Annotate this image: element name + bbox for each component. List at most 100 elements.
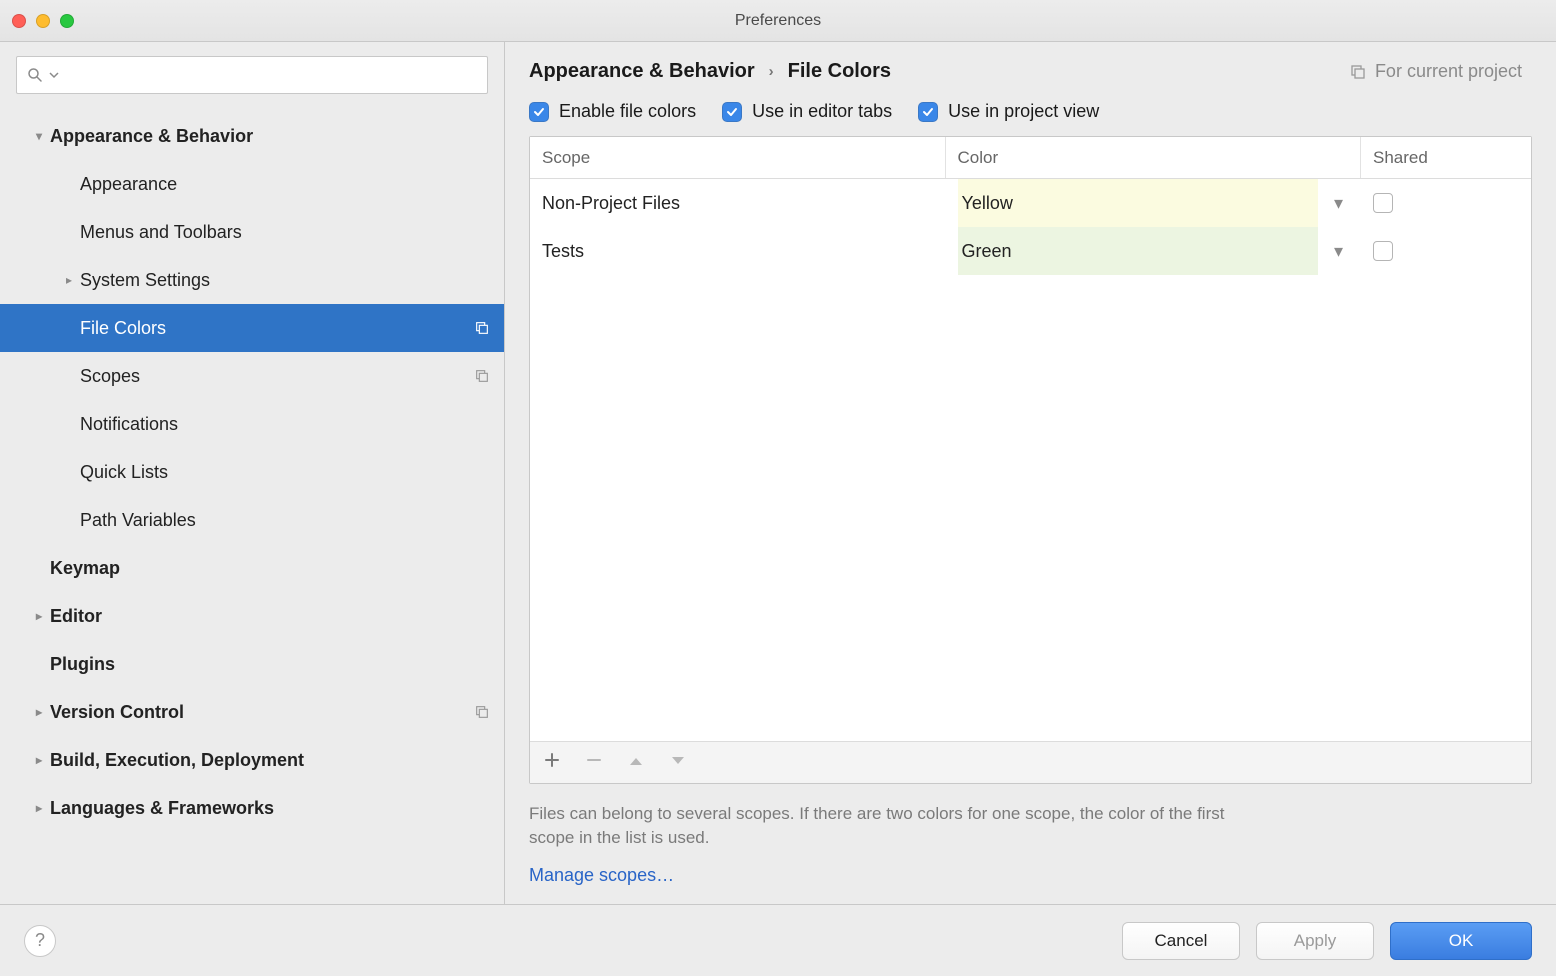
checkmark-icon xyxy=(529,102,549,122)
zoom-window-button[interactable] xyxy=(60,14,74,28)
sidebar-item[interactable]: Quick Lists xyxy=(0,448,504,496)
manage-scopes-link[interactable]: Manage scopes… xyxy=(529,865,1532,886)
use-in-editor-tabs-checkbox[interactable]: Use in editor tabs xyxy=(722,101,892,122)
sidebar-item[interactable]: ▾Appearance & Behavior xyxy=(0,112,504,160)
use-in-editor-tabs-label: Use in editor tabs xyxy=(752,101,892,122)
titlebar: Preferences xyxy=(0,0,1556,42)
use-in-project-view-checkbox[interactable]: Use in project view xyxy=(918,101,1099,122)
sidebar-item[interactable]: Notifications xyxy=(0,400,504,448)
plus-icon xyxy=(544,752,560,768)
move-up-button[interactable] xyxy=(628,754,644,771)
chevron-right-icon: ▸ xyxy=(28,753,50,767)
project-scope-tag: For current project xyxy=(1349,61,1532,82)
column-header-scope[interactable]: Scope xyxy=(530,137,946,178)
sidebar-item-label: Plugins xyxy=(50,654,492,675)
shared-cell[interactable] xyxy=(1361,179,1531,227)
project-scope-label: For current project xyxy=(1375,61,1522,82)
close-window-button[interactable] xyxy=(12,14,26,28)
sidebar-item-label: Build, Execution, Deployment xyxy=(50,750,492,771)
sidebar-item-label: Editor xyxy=(50,606,492,627)
sidebar-item-label: Keymap xyxy=(50,558,492,579)
color-swatch: Yellow xyxy=(958,179,1318,227)
chevron-right-icon: ▸ xyxy=(28,801,50,815)
sidebar-item[interactable]: ▸Languages & Frameworks xyxy=(0,784,504,832)
shared-cell[interactable] xyxy=(1361,227,1531,275)
sidebar-item-label: Appearance & Behavior xyxy=(50,126,492,147)
project-badge-icon xyxy=(472,366,492,386)
sidebar-item-label: Scopes xyxy=(80,366,466,387)
sidebar-item-label: Quick Lists xyxy=(80,462,492,483)
apply-button[interactable]: Apply xyxy=(1256,922,1374,960)
scope-cell[interactable]: Non-Project Files xyxy=(530,179,946,227)
enable-file-colors-label: Enable file colors xyxy=(559,101,696,122)
search-field[interactable] xyxy=(16,56,488,94)
search-input[interactable] xyxy=(65,67,477,84)
table-row[interactable]: Tests Green ▾ xyxy=(530,227,1531,275)
scope-label: Tests xyxy=(542,241,584,262)
dropdown-arrow-icon: ▾ xyxy=(1328,193,1349,214)
sidebar-item[interactable]: Appearance xyxy=(0,160,504,208)
sidebar-item[interactable]: Keymap xyxy=(0,544,504,592)
sidebar-item-label: Appearance xyxy=(80,174,492,195)
color-cell[interactable]: Yellow ▾ xyxy=(946,179,1362,227)
sidebar-item[interactable]: File Colors xyxy=(0,304,504,352)
checkmark-icon xyxy=(722,102,742,122)
sidebar: ▾Appearance & Behavior Appearance Menus an… xyxy=(0,42,505,904)
use-in-project-view-label: Use in project view xyxy=(948,101,1099,122)
sidebar-item-label: System Settings xyxy=(80,270,492,291)
add-button[interactable] xyxy=(544,752,560,772)
cancel-button[interactable]: Cancel xyxy=(1122,922,1240,960)
table-row[interactable]: Non-Project Files Yellow ▾ xyxy=(530,179,1531,227)
table-toolbar xyxy=(530,741,1531,783)
settings-tree: ▾Appearance & Behavior Appearance Menus an… xyxy=(0,106,504,904)
sidebar-item-label: Menus and Toolbars xyxy=(80,222,492,243)
color-swatch: Green xyxy=(958,227,1318,275)
sidebar-item-label: Notifications xyxy=(80,414,492,435)
file-colors-table: Scope Color Shared Non-Project Files Yell… xyxy=(529,136,1532,784)
page-title: File Colors xyxy=(788,60,891,83)
help-button[interactable]: ? xyxy=(24,925,56,957)
shared-checkbox[interactable] xyxy=(1373,193,1393,213)
sidebar-item-label: Languages & Frameworks xyxy=(50,798,492,819)
sidebar-item-label: Path Variables xyxy=(80,510,492,531)
copy-icon xyxy=(1349,63,1367,81)
sidebar-item[interactable]: ▸Build, Execution, Deployment xyxy=(0,736,504,784)
arrow-down-icon xyxy=(670,755,686,767)
search-icon xyxy=(27,67,43,83)
dropdown-arrow-icon: ▾ xyxy=(1328,241,1349,262)
column-header-color[interactable]: Color xyxy=(946,137,1362,178)
options-row: Enable file colors Use in editor tabs Us… xyxy=(529,101,1532,122)
minus-icon xyxy=(586,752,602,768)
checkmark-icon xyxy=(918,102,938,122)
sidebar-item[interactable]: Menus and Toolbars xyxy=(0,208,504,256)
sidebar-item[interactable]: Plugins xyxy=(0,640,504,688)
color-label: Yellow xyxy=(962,193,1013,214)
shared-checkbox[interactable] xyxy=(1373,241,1393,261)
scope-cell[interactable]: Tests xyxy=(530,227,946,275)
minimize-window-button[interactable] xyxy=(36,14,50,28)
table-body: Non-Project Files Yellow ▾ Tests Green ▾ xyxy=(530,179,1531,741)
table-header: Scope Color Shared xyxy=(530,137,1531,179)
search-wrap xyxy=(0,56,504,106)
chevron-right-icon: ▸ xyxy=(28,705,50,719)
chevron-right-icon: ▸ xyxy=(58,273,80,287)
scope-label: Non-Project Files xyxy=(542,193,680,214)
main-area: ▾Appearance & BehaviorAppearanceMenus an… xyxy=(0,42,1556,904)
window-controls xyxy=(12,14,74,28)
move-down-button[interactable] xyxy=(670,754,686,771)
remove-button[interactable] xyxy=(586,752,602,772)
enable-file-colors-checkbox[interactable]: Enable file colors xyxy=(529,101,696,122)
sidebar-item[interactable]: Path Variables xyxy=(0,496,504,544)
sidebar-item-label: File Colors xyxy=(80,318,466,339)
ok-button[interactable]: OK xyxy=(1390,922,1532,960)
color-cell[interactable]: Green ▾ xyxy=(946,227,1362,275)
column-header-shared[interactable]: Shared xyxy=(1361,137,1531,178)
sidebar-item[interactable]: ▸Editor xyxy=(0,592,504,640)
project-badge-icon xyxy=(472,318,492,338)
sidebar-item[interactable]: Scopes xyxy=(0,352,504,400)
breadcrumb-separator: › xyxy=(769,63,774,80)
sidebar-item[interactable]: ▸Version Control xyxy=(0,688,504,736)
question-icon: ? xyxy=(35,930,45,951)
sidebar-item[interactable]: ▸System Settings xyxy=(0,256,504,304)
chevron-down-icon xyxy=(49,70,59,80)
